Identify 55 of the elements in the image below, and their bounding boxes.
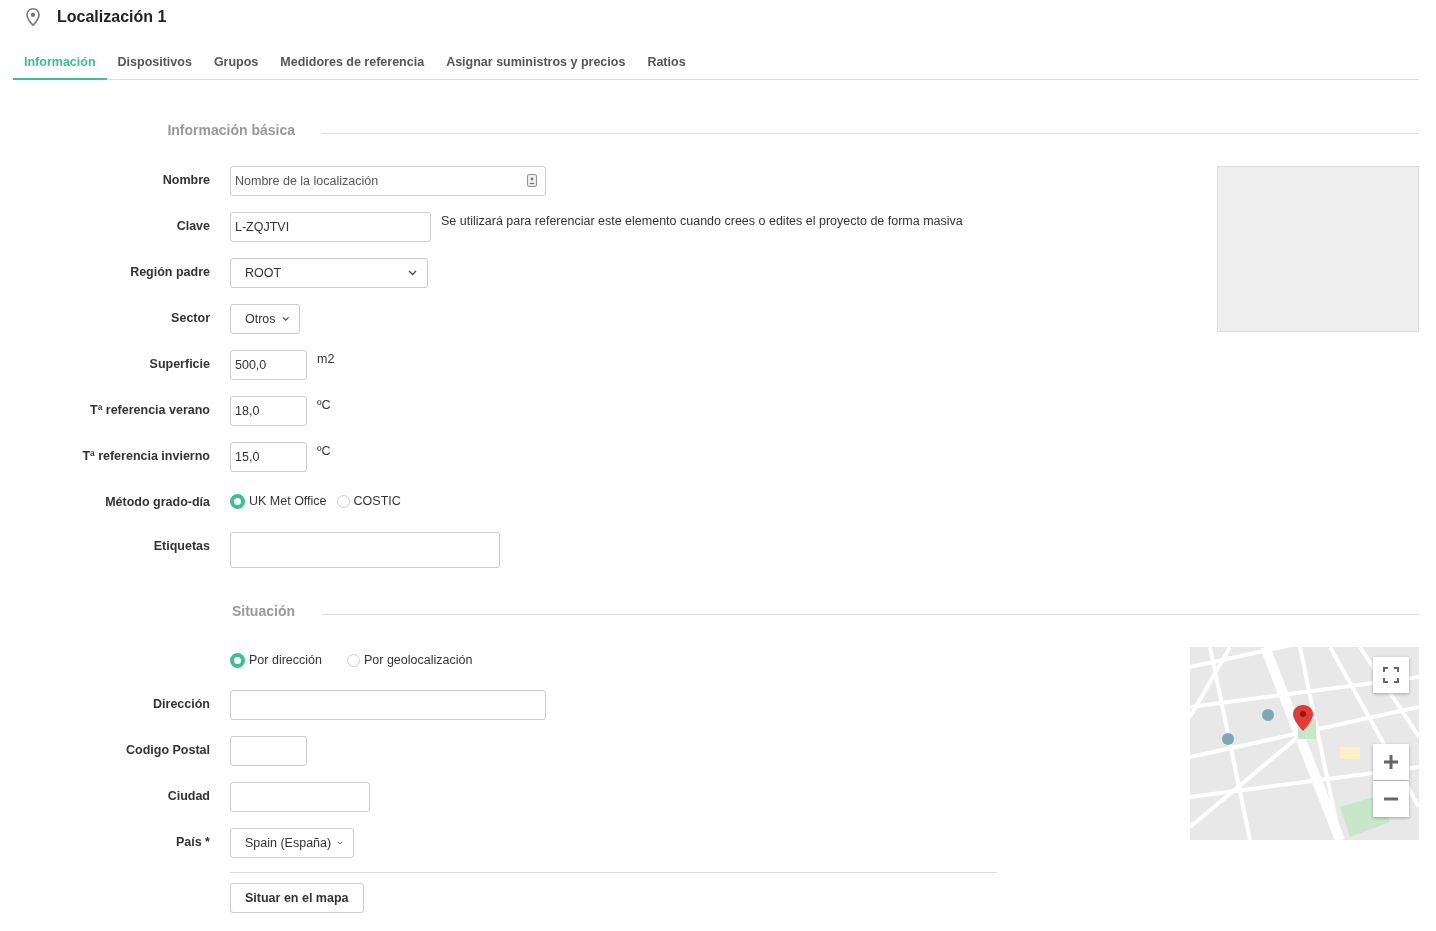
- section-title: Información básica: [166, 122, 295, 138]
- field-label: Sector: [171, 311, 210, 325]
- text-field[interactable]: L-ZQJTVI: [230, 212, 431, 242]
- help-text: Se utilizará para referenciar este elemento cuando crees o edites el proyecto de forma masiva: [441, 213, 963, 228]
- field-label: Codigo Postal: [125, 743, 210, 757]
- unit-label: ºC: [317, 397, 331, 412]
- tab[interactable]: Dispositivos: [106, 46, 203, 80]
- zoom-out-button[interactable]: [1373, 781, 1409, 817]
- field-label: Clave: [176, 219, 210, 233]
- field-label: Tª referencia invierno: [82, 449, 210, 463]
- field-label: Dirección: [153, 697, 210, 711]
- radio-option[interactable]: Por geolocalización: [346, 647, 473, 674]
- section-title: Situación: [231, 603, 295, 619]
- page-title: Localización 1: [57, 8, 167, 26]
- text-field[interactable]: [230, 736, 307, 766]
- text-field[interactable]: Nombre de la localización: [230, 166, 546, 196]
- field-label: Etiquetas: [153, 539, 210, 553]
- radio-option[interactable]: COSTIC: [336, 488, 401, 515]
- tab[interactable]: Medidores de referencia: [269, 46, 436, 80]
- radio-option[interactable]: Por dirección: [230, 647, 322, 674]
- field-label: Método grado-día: [105, 495, 210, 509]
- text-field[interactable]: [230, 690, 546, 720]
- fullscreen-icon: [1383, 667, 1399, 683]
- tab[interactable]: Ratios: [636, 46, 697, 80]
- field-label: Nombre: [162, 173, 210, 187]
- locate-on-map-button[interactable]: Situar en el mapa: [230, 883, 364, 913]
- unit-label: ºC: [317, 443, 331, 458]
- field-label: Región padre: [130, 265, 210, 279]
- field-label: Ciudad: [167, 789, 210, 803]
- zoom-in-button[interactable]: [1373, 744, 1409, 780]
- text-field[interactable]: 18,0: [230, 396, 307, 426]
- radio-button-icon[interactable]: [230, 653, 245, 668]
- fullscreen-button[interactable]: [1373, 657, 1409, 693]
- text-field[interactable]: 500,0: [230, 350, 307, 380]
- radio-button-icon[interactable]: [336, 495, 350, 508]
- text-field[interactable]: 15,0: [230, 442, 307, 472]
- field-label: Tª referencia verano: [90, 403, 210, 417]
- dropdown[interactable]: ROOT: [230, 258, 428, 288]
- radio-button-icon[interactable]: [346, 654, 360, 667]
- caret-icon: [281, 316, 289, 322]
- plus-icon: [1383, 754, 1399, 770]
- field-label: País *: [175, 835, 210, 849]
- radio-button-icon[interactable]: [230, 494, 245, 509]
- field-label: Superficie: [149, 357, 210, 371]
- unit-label: m2: [317, 351, 335, 366]
- tab[interactable]: Asignar suministros y precios: [435, 46, 637, 80]
- caret-icon: [408, 270, 417, 276]
- caret-icon: [337, 840, 343, 846]
- text-field[interactable]: [230, 782, 370, 812]
- dropdown[interactable]: Spain (España): [230, 828, 354, 858]
- tab[interactable]: Grupos: [202, 46, 270, 80]
- radio-option[interactable]: UK Met Office: [230, 488, 327, 515]
- tags-field[interactable]: [230, 532, 500, 568]
- location-pin-icon: [26, 8, 40, 26]
- dropdown[interactable]: Otros: [230, 304, 300, 334]
